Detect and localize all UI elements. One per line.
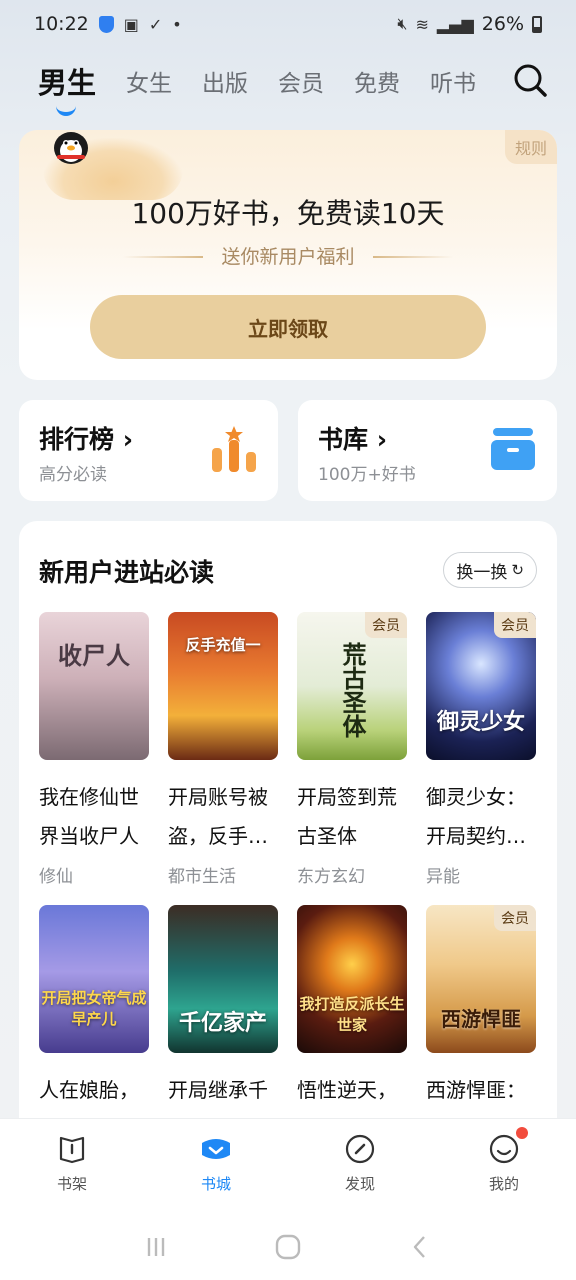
divider-line xyxy=(373,256,453,258)
book-cover: 御灵少女 会员 xyxy=(426,612,536,760)
book-card[interactable]: 荒古圣体 会员 开局签到荒古圣体 东方玄幻 xyxy=(297,612,409,887)
penguin-mascot-icon xyxy=(54,132,88,164)
signal-icon: ▂▄▆ xyxy=(436,14,474,34)
library-card[interactable]: 书库 › 100万+好书 xyxy=(298,400,557,501)
battery-icon xyxy=(532,15,542,33)
book-card[interactable]: 千亿家产 开局继承千亿家产 xyxy=(168,905,280,1149)
status-bar: 10:22 ▣ ✓ • 🔇︎ ≋ ▂▄▆ 26% xyxy=(0,0,576,48)
book-card[interactable]: 收尸人 我在修仙世界当收尸人 修仙 xyxy=(39,612,151,887)
book-title: 我在修仙世界当收尸人 xyxy=(39,785,139,848)
book-cover: 反手充值一 xyxy=(168,612,278,760)
tab-audio[interactable]: 听书 xyxy=(430,64,476,98)
book-category: 异能 xyxy=(426,867,460,887)
refresh-button[interactable]: 换一换 ↻ xyxy=(443,552,537,588)
book-title: 开局签到荒古圣体 xyxy=(297,785,397,848)
battery-percent: 26% xyxy=(481,13,524,35)
book-cover: 荒古圣体 会员 xyxy=(297,612,407,760)
claim-now-button[interactable]: 立即领取 xyxy=(90,295,486,359)
nav-bookshelf[interactable]: 书架 xyxy=(0,1119,144,1214)
ranking-title: 排行榜 › xyxy=(39,425,134,454)
nav-bookstore[interactable]: 书城 xyxy=(144,1119,288,1214)
book-category: 东方玄幻 xyxy=(297,867,365,887)
vip-badge: 会员 xyxy=(365,612,407,638)
promo-title: 100万好书，免费读10天 xyxy=(131,197,445,230)
book-card[interactable]: 反手充值一 开局账号被盗，反手… 都市生活 xyxy=(168,612,280,887)
compass-icon xyxy=(345,1134,375,1164)
refresh-label: 换一换 xyxy=(456,562,508,583)
book-title: 御灵少女：开局契约… xyxy=(426,785,526,848)
book-card[interactable]: 我打造反派长生世家 悟性逆天，我打造反… xyxy=(297,905,409,1149)
nav-label: 发现 xyxy=(344,1175,375,1193)
search-icon[interactable] xyxy=(512,62,548,98)
nav-profile[interactable]: 我的 xyxy=(432,1119,576,1214)
ranking-subtitle: 高分必读 xyxy=(39,465,107,485)
gallery-icon: ▣ xyxy=(123,14,139,34)
home-icon[interactable] xyxy=(274,1233,302,1261)
tab-publish[interactable]: 出版 xyxy=(202,64,248,98)
book-cover: 西游悍匪 会员 xyxy=(426,905,536,1053)
mute-icon: 🔇︎ xyxy=(397,14,408,33)
book-cover: 收尸人 xyxy=(39,612,149,760)
category-tabs: 男生 女生 出版 会员 免费 听书 xyxy=(38,56,558,116)
ranking-card[interactable]: 排行榜 › 高分必读 xyxy=(19,400,278,501)
recent-apps-icon[interactable] xyxy=(143,1234,169,1260)
new-user-must-read-section: 新用户进站必读 换一换 ↻ 收尸人 我在修仙世界当收尸人 修仙 反手充值一 开局… xyxy=(19,521,557,1141)
new-user-promo-card: 规则 100万好书，免费读10天 送你新用户福利 立即领取 xyxy=(19,130,557,380)
nav-label: 我的 xyxy=(488,1175,519,1193)
vip-badge: 会员 xyxy=(494,905,536,931)
book-cover: 我打造反派长生世家 xyxy=(297,905,407,1053)
nav-label: 书城 xyxy=(200,1175,231,1193)
notification-dot xyxy=(516,1127,528,1139)
book-title: 开局账号被盗，反手… xyxy=(168,785,268,848)
library-title: 书库 › xyxy=(318,425,388,454)
system-navigation-bar xyxy=(0,1214,576,1280)
refresh-icon: ↻ xyxy=(511,561,524,579)
book-category: 修仙 xyxy=(39,867,73,887)
book-card[interactable]: 御灵少女 会员 御灵少女：开局契约… 异能 xyxy=(426,612,538,887)
bookshelf-box-icon xyxy=(491,428,535,470)
book-cover: 开局把女帝气成早产儿 xyxy=(39,905,149,1053)
book-category: 都市生活 xyxy=(168,867,236,887)
dot-icon: • xyxy=(172,14,182,34)
nav-discover[interactable]: 发现 xyxy=(288,1119,432,1214)
back-icon[interactable] xyxy=(407,1234,433,1260)
bottom-navigation: 书架 书城 发现 我的 xyxy=(0,1118,576,1214)
tab-free[interactable]: 免费 xyxy=(354,64,400,98)
tab-member[interactable]: 会员 xyxy=(278,64,324,98)
status-time: 10:22 xyxy=(34,13,89,35)
book-card[interactable]: 西游悍匪 会员 西游悍匪：从… xyxy=(426,905,538,1149)
nav-label: 书架 xyxy=(56,1175,87,1193)
library-subtitle: 100万+好书 xyxy=(318,465,416,485)
smiley-profile-icon xyxy=(489,1134,519,1164)
book-card[interactable]: 开局把女帝气成早产儿 人在娘胎，开局… xyxy=(39,905,151,1149)
task-check-icon: ✓ xyxy=(148,14,163,34)
tab-female[interactable]: 女生 xyxy=(126,64,172,98)
shield-icon xyxy=(98,15,114,33)
tab-male[interactable]: 男生 xyxy=(38,60,96,116)
wifi-icon: ≋ xyxy=(415,14,429,34)
vip-badge: 会员 xyxy=(494,612,536,638)
bookstore-icon xyxy=(202,1139,230,1159)
promo-subtitle: 送你新用户福利 xyxy=(221,246,355,268)
ranking-chart-icon xyxy=(212,426,256,472)
bookshelf-icon xyxy=(59,1136,85,1164)
section-title: 新用户进站必读 xyxy=(39,558,215,587)
rules-link[interactable]: 规则 xyxy=(504,130,557,164)
book-cover: 千亿家产 xyxy=(168,905,278,1053)
